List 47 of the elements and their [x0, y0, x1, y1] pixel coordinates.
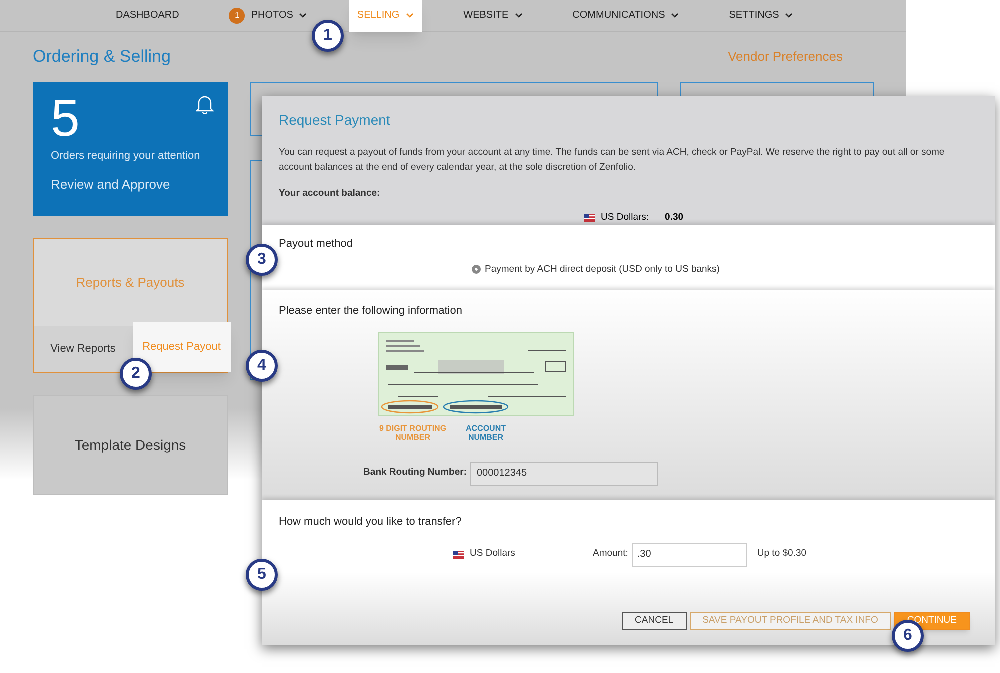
balance-currency: US Dollars:: [601, 211, 650, 225]
nav-label: DASHBOARD: [116, 9, 180, 23]
amount-field[interactable]: .30: [632, 542, 748, 566]
step-callout: 5: [246, 559, 278, 591]
limit-text: Up to $0.30: [757, 547, 807, 562]
nav-tab[interactable]: COMMUNICATIONS: [564, 0, 688, 32]
reports-title: Reports & Payouts: [75, 274, 186, 292]
caret-icon: [671, 13, 680, 18]
section-heading: Payout method: [279, 237, 354, 252]
order-count: 5: [51, 90, 80, 148]
review-link[interactable]: Review and Approve: [51, 174, 210, 194]
card-action[interactable]: View Reports: [34, 326, 132, 372]
currency-label: US Dollars: [470, 547, 516, 562]
caret-icon: [406, 13, 414, 18]
orders-caption: Orders requiring your attention: [51, 149, 202, 164]
nav-tab[interactable]: WEBSITE: [456, 0, 531, 32]
nav-label: SELLING: [357, 9, 400, 23]
caret-icon: [514, 13, 523, 18]
bell-icon: [196, 94, 214, 114]
field-label: Bank Routing Number:: [362, 466, 468, 480]
dialog-button[interactable]: CANCEL: [622, 612, 687, 630]
nav-tab[interactable]: SETTINGS: [721, 0, 802, 32]
page-title: Ordering & Selling: [33, 46, 171, 68]
count-badge: 1: [229, 8, 246, 24]
nav-label: SETTINGS: [729, 9, 780, 23]
intro-text: You can request a payout of funds from your account at any time. The funds can be sent via ACH, check or PayPal. We reserve the right to pay out all or some account balances at the end of every calendar year, at the sole discretion of Zenfolio.: [279, 146, 946, 175]
dialog-title: Request Payment: [279, 111, 392, 130]
nav-tab[interactable]: DASHBOARD: [108, 0, 188, 32]
section-heading: How much would you like to transfer?: [279, 515, 463, 530]
caret-icon: [785, 13, 794, 18]
flag-icon: [584, 214, 595, 222]
section-heading: Please enter the following information: [279, 304, 464, 319]
template-title: Template Designs: [74, 436, 186, 455]
template-card[interactable]: Template Designs: [33, 395, 228, 495]
flag-icon: [453, 550, 464, 558]
balance-label: Your account balance:: [279, 187, 382, 201]
nav-label: PHOTOS: [251, 9, 294, 23]
nav-label: COMMUNICATIONS: [572, 9, 666, 23]
nav-label: WEBSITE: [464, 9, 509, 23]
orders-card[interactable]: 5 Orders requiring your attention Review and Approve: [33, 82, 228, 216]
amount-label: Amount:: [593, 547, 628, 562]
check-legend: 9 DIGIT ROUTING NUMBER: [378, 424, 448, 442]
balance-value: 0.30: [665, 211, 684, 225]
caret-icon: [299, 13, 308, 18]
input-field[interactable]: 000012345: [470, 462, 658, 486]
payout-radio[interactable]: Payment by ACH direct deposit (USD only to US banks): [472, 262, 978, 277]
check-legend: ACCOUNT NUMBER: [458, 424, 514, 442]
